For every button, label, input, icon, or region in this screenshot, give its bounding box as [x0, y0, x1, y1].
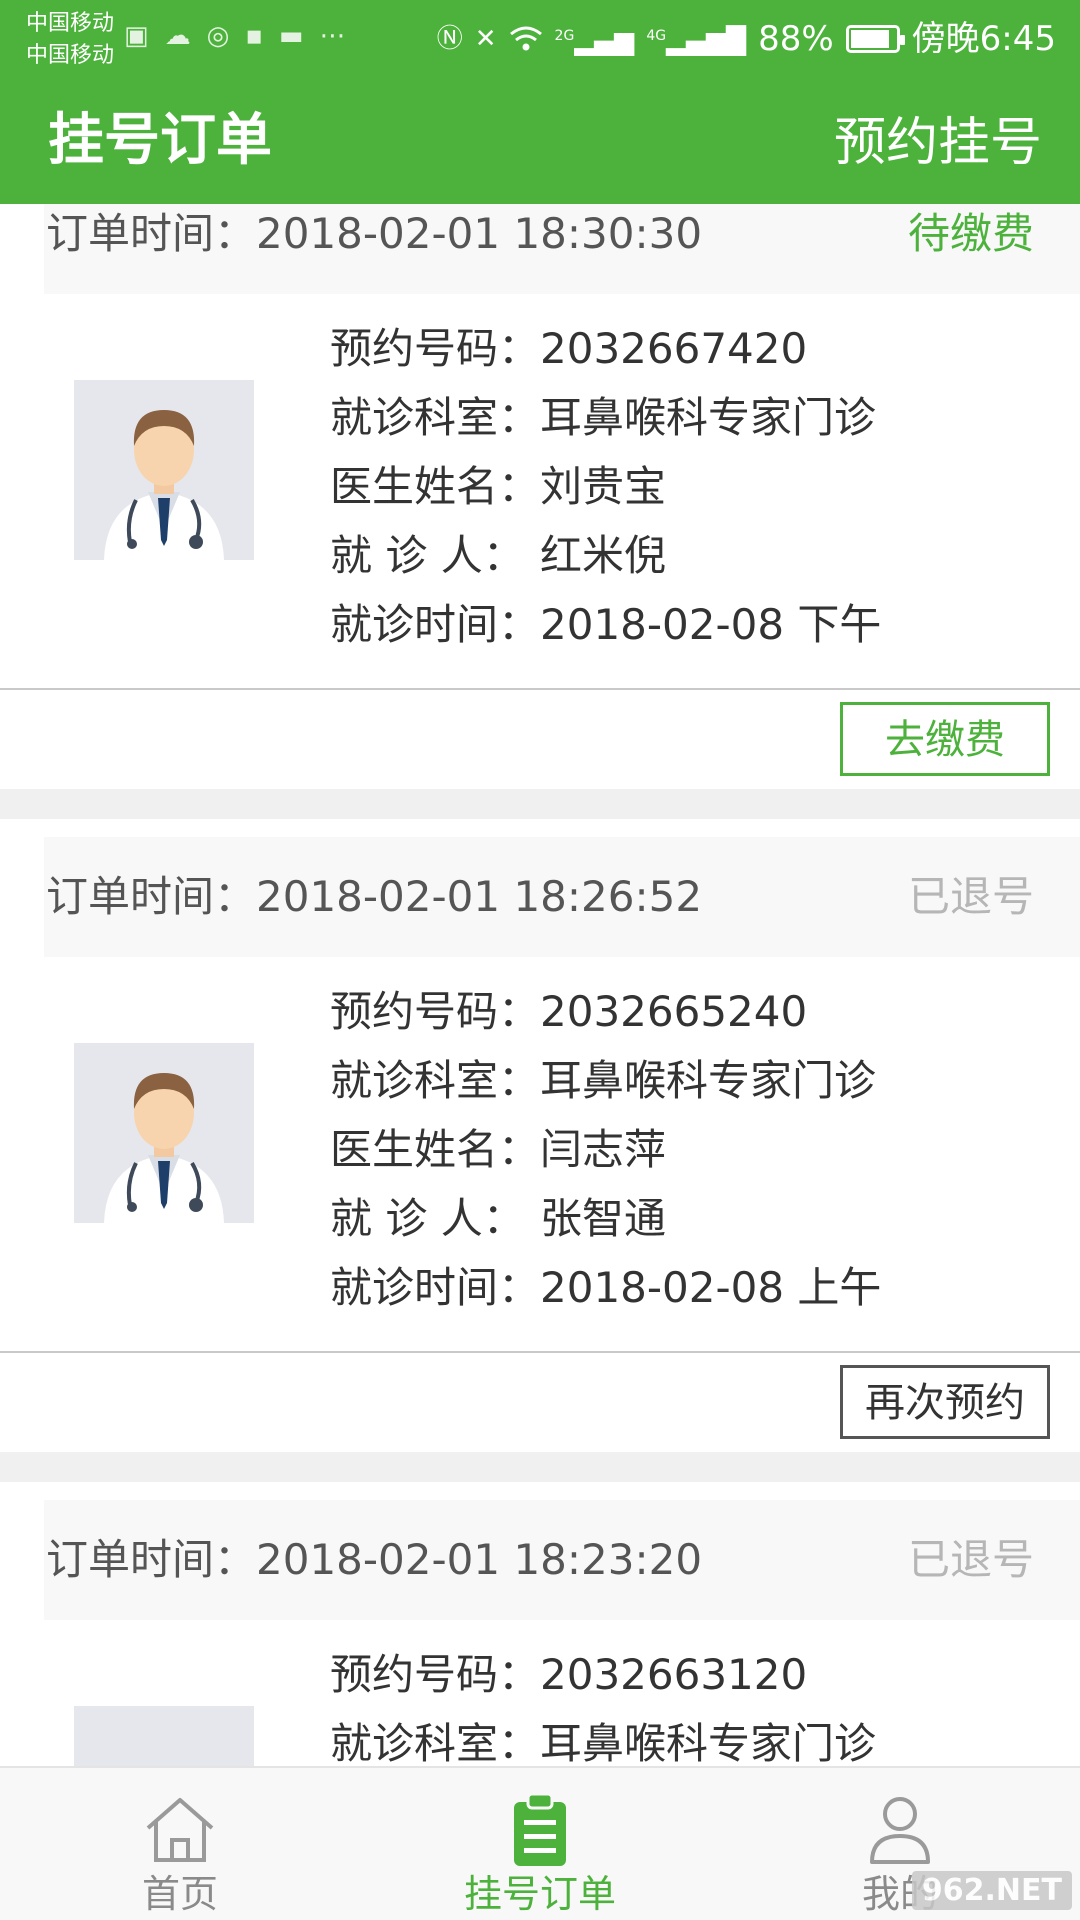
visit-time-row: 就诊时间：2018-02-08 下午: [330, 600, 882, 649]
department-row: 就诊科室：耳鼻喉科专家门诊: [330, 1056, 877, 1105]
booking-number-row: 预约号码：2032667420: [330, 324, 808, 373]
order-time: 订单时间：2018-02-01 18:23:20: [46, 1535, 703, 1584]
doctor-icon: [104, 410, 224, 560]
order-header: 订单时间：2018-02-01 18:30:30 待缴费: [44, 204, 1080, 294]
order-list[interactable]: 订单时间：2018-02-01 18:30:30 待缴费 预约号码：203266…: [0, 204, 1080, 1766]
wifi-icon: [509, 26, 542, 51]
booking-number-row: 预约号码：2032665240: [330, 987, 808, 1036]
network-4g: 4G▂▄▆█: [646, 26, 747, 57]
booking-number-row: 预约号码：2032663120: [330, 1650, 808, 1699]
system-status: Ⓝ ✕ 2G▂▄▆ 4G▂▄▆█ 88% 傍晚6:45: [437, 14, 1056, 64]
order-header: 订单时间：2018-02-01 18:23:20 已退号: [44, 1500, 1080, 1620]
rebook-button[interactable]: 再次预约: [840, 1365, 1050, 1439]
briefcase-icon: ▣: [124, 21, 149, 51]
doctor-avatar: [74, 1706, 254, 1766]
nav-orders[interactable]: 挂号订单: [390, 1768, 690, 1920]
carrier-2: 中国移动: [26, 43, 115, 68]
patient-row: 就 诊 人： 红米倪: [330, 531, 667, 580]
youku-icon: ▪: [245, 21, 263, 51]
divider: [0, 688, 1080, 690]
clock: 傍晚6:45: [911, 18, 1056, 59]
card-gap: [0, 1452, 1080, 1482]
order-time: 订单时间：2018-02-01 18:30:30: [46, 209, 703, 258]
watermark: 962.NET: [911, 1871, 1072, 1910]
battery-level: [850, 29, 890, 48]
nav-home[interactable]: 首页: [30, 1768, 330, 1920]
patient-row: 就 诊 人： 张智通: [330, 1194, 667, 1243]
doctor-row: 医生姓名：刘贵宝: [330, 462, 667, 511]
doctor-row: 医生姓名：闫志萍: [330, 1125, 667, 1174]
card-gap: [0, 789, 1080, 819]
user-icon: [870, 1797, 930, 1864]
app-header: 挂号订单 预约挂号: [0, 76, 1080, 204]
nav-label: 首页: [141, 1872, 218, 1916]
status-bar: 中国移动 中国移动 ▣ ☁ ◎ ▪ ▬ ⋯ Ⓝ ✕ 2G▂▄▆ 4G▂▄▆█ 8…: [0, 0, 1080, 76]
nav-label: 挂号订单: [463, 1872, 616, 1916]
department-row: 就诊科室：耳鼻喉科专家门诊: [330, 1719, 877, 1766]
book-appointment-button[interactable]: 预约挂号: [834, 110, 1042, 176]
department-row: 就诊科室：耳鼻喉科专家门诊: [330, 393, 877, 442]
carrier-info: 中国移动 中国移动: [26, 8, 114, 72]
order-status: 待缴费: [907, 209, 1034, 258]
page-title: 挂号订单: [48, 108, 272, 173]
android-icon: ▬: [278, 21, 304, 51]
doctor-avatar: [74, 380, 254, 560]
notification-icons: ▣ ☁ ◎ ▪ ▬ ⋯: [124, 18, 345, 54]
nfc-icon: Ⓝ: [436, 23, 463, 54]
battery-percent: 88%: [758, 18, 834, 59]
netease-music-icon: ◎: [206, 21, 230, 51]
order-details: 预约号码：2032663120 就诊科室：耳鼻喉科专家门诊: [330, 1640, 1050, 1766]
doctor-avatar: [74, 1043, 254, 1223]
pay-button[interactable]: 去缴费: [840, 702, 1050, 776]
network-2g: 2G▂▄▆: [554, 26, 635, 57]
order-status: 已退号: [907, 872, 1034, 921]
mute-icon: ✕: [474, 23, 497, 54]
carrier-1: 中国移动: [26, 11, 115, 36]
order-details: 预约号码：2032665240 就诊科室：耳鼻喉科专家门诊 医生姓名：闫志萍 就…: [330, 977, 1050, 1322]
visit-time-row: 就诊时间：2018-02-08 上午: [330, 1263, 882, 1312]
divider: [0, 1351, 1080, 1353]
clipboard-icon: [514, 1792, 566, 1866]
home-icon: [146, 1798, 214, 1862]
bottom-nav: 首页 挂号订单 我的 962.NET: [0, 1766, 1080, 1920]
cloud-icon: ☁: [164, 21, 191, 51]
order-details: 预约号码：2032667420 就诊科室：耳鼻喉科专家门诊 医生姓名：刘贵宝 就…: [330, 314, 1050, 659]
order-header: 订单时间：2018-02-01 18:26:52 已退号: [44, 837, 1080, 957]
order-time: 订单时间：2018-02-01 18:26:52: [46, 872, 703, 921]
more-dots-icon: ⋯: [319, 21, 346, 51]
battery-icon: [845, 24, 905, 53]
order-status: 已退号: [907, 1535, 1034, 1584]
doctor-icon: [104, 1073, 224, 1223]
